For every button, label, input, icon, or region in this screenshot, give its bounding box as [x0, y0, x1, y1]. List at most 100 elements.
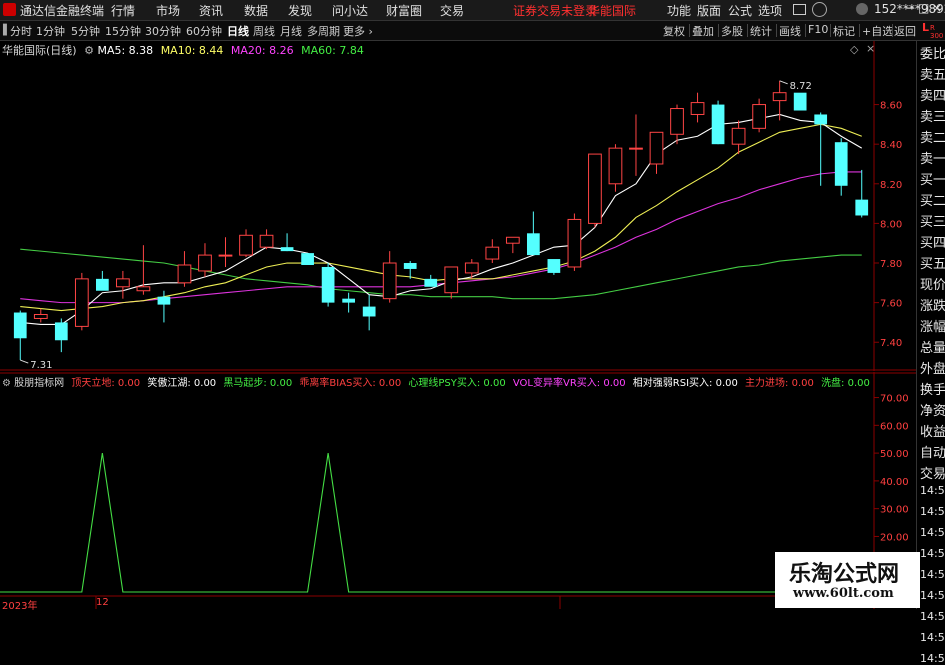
maximize-button[interactable]: □ — [918, 1, 929, 15]
tool-f10[interactable]: F10 — [808, 23, 828, 36]
menu-formula[interactable]: 公式 — [728, 2, 752, 19]
side-item-26[interactable]: 14:56 — [920, 589, 945, 602]
side-item-4[interactable]: 卖二 — [920, 127, 945, 146]
menu-data[interactable]: 数据 — [244, 2, 268, 19]
back-button[interactable]: 返回 — [894, 23, 916, 39]
period-15min[interactable]: 15分钟 — [105, 23, 141, 39]
period-weekly[interactable]: 周线 — [253, 23, 275, 39]
side-item-21[interactable]: 14:56 — [920, 484, 945, 497]
menu-layout[interactable]: 版面 — [697, 2, 721, 19]
close-button[interactable]: × — [932, 1, 942, 15]
settings-gear-icon[interactable]: ⚙ — [84, 44, 94, 57]
side-item-10[interactable]: 买五 — [920, 253, 945, 272]
date-axis-month: 12 — [96, 597, 109, 608]
menu-ask[interactable]: 问小达 — [332, 2, 368, 19]
menu-discover[interactable]: 发现 — [288, 2, 312, 19]
tool-mark[interactable]: 标记 — [833, 23, 855, 39]
price-tick-label: 8.60 — [880, 101, 902, 112]
ind-tick-label: 20.00 — [880, 532, 909, 543]
chart-close-icon[interactable]: × — [866, 42, 875, 55]
candle-body-up — [690, 102, 705, 115]
side-item-6[interactable]: 买一 — [920, 169, 945, 188]
menu-quotes[interactable]: 行情 — [111, 2, 135, 19]
side-item-3[interactable]: 卖三 — [920, 106, 945, 125]
candle-body-down — [13, 312, 27, 339]
candle-body-up — [136, 286, 151, 292]
main-chart-header: 华能国际(日线) ⚙ MA5: 8.38 MA10: 8.44 MA20: 8.… — [2, 42, 364, 58]
tool-adjust[interactable]: 复权 — [663, 23, 685, 39]
add-watchlist-button[interactable]: +自选 — [862, 23, 893, 39]
candle-body-up — [731, 127, 746, 145]
period-60min[interactable]: 60分钟 — [186, 23, 222, 39]
candle-body-down — [793, 92, 807, 111]
side-item-11[interactable]: 现价 — [920, 274, 945, 293]
menu-news[interactable]: 资讯 — [199, 2, 223, 19]
watermark-title: 乐淘公式网 — [789, 562, 900, 587]
side-item-13[interactable]: 涨幅 — [920, 316, 945, 335]
side-item-2[interactable]: 卖四 — [920, 85, 945, 104]
candle-body-down — [157, 296, 171, 305]
tool-overlay[interactable]: 叠加 — [692, 23, 714, 39]
chart-menu-icon[interactable]: ◇ — [850, 43, 858, 56]
tool-draw[interactable]: 画线 — [779, 23, 801, 39]
message-icon[interactable] — [793, 4, 806, 15]
side-item-28[interactable]: 14:56 — [920, 631, 945, 644]
candlestick-chart[interactable]: 8.60 8.40 8.20 8.00 7.80 7.60 7.40 8.72 7.31 — [0, 41, 916, 371]
period-5min[interactable]: 5分钟 — [71, 23, 100, 39]
user-avatar-icon-alt[interactable] — [856, 3, 868, 15]
ma20-label: MA20: 8.26 — [230, 44, 294, 57]
low-label: 7.31 — [30, 360, 52, 371]
side-item-17[interactable]: 净资 — [920, 400, 945, 419]
price-tick-label: 8.00 — [880, 219, 902, 230]
menu-wealth[interactable]: 财富圈 — [386, 2, 422, 19]
side-item-5[interactable]: 卖一 — [920, 148, 945, 167]
side-item-1[interactable]: 卖五 — [920, 64, 945, 83]
side-item-18[interactable]: 收益 — [920, 421, 945, 440]
menu-options[interactable]: 选项 — [758, 2, 782, 19]
high-marker — [779, 80, 788, 85]
side-item-9[interactable]: 买四 — [920, 232, 945, 251]
candle-body-up — [485, 246, 500, 260]
side-item-16[interactable]: 换手 — [920, 379, 945, 398]
badge-r: R 300 — [930, 24, 944, 40]
side-item-23[interactable]: 14:56 — [920, 526, 945, 539]
side-item-27[interactable]: 14:56 — [920, 610, 945, 623]
price-tick-label: 8.40 — [880, 140, 902, 151]
period-more[interactable]: 更多 › — [343, 23, 373, 39]
side-item-15[interactable]: 外盘 — [920, 358, 945, 377]
login-notice[interactable]: 证券交易未登录 — [513, 2, 597, 19]
candle-body-down — [855, 199, 869, 216]
app-title: 通达信金融终端 — [20, 4, 105, 18]
side-item-12[interactable]: 涨跌 — [920, 295, 945, 314]
candle-body-down — [403, 263, 417, 269]
side-item-22[interactable]: 14:56 — [920, 505, 945, 518]
side-item-24[interactable]: 14:56 — [920, 547, 945, 560]
minimize-button[interactable]: − — [905, 1, 915, 15]
quote-side-panel: 委比卖五卖四卖三卖二卖一买一买二买三买四买五现价涨跌涨幅总量外盘换手净资收益自动… — [916, 41, 945, 665]
user-avatar-icon[interactable] — [812, 2, 827, 17]
period-1min[interactable]: 1分钟 — [36, 23, 65, 39]
tool-stats[interactable]: 统计 — [750, 23, 772, 39]
period-toolbar: ▌ 分时 1分钟 5分钟 15分钟 30分钟 60分钟 日线 周线 月线 多周期… — [0, 21, 945, 41]
candle-body-up — [177, 264, 192, 284]
ma5-label: MA5: 8.38 — [97, 44, 154, 57]
side-item-29[interactable]: 14:56 — [920, 652, 945, 665]
period-intraday[interactable]: 分时 — [10, 23, 32, 39]
price-tick-label: 8.20 — [880, 180, 902, 191]
side-item-20[interactable]: 交易 — [920, 463, 945, 482]
side-item-14[interactable]: 总量 — [920, 337, 945, 356]
period-monthly[interactable]: 月线 — [280, 23, 302, 39]
period-daily[interactable]: 日线 — [227, 23, 249, 39]
side-item-7[interactable]: 买二 — [920, 190, 945, 209]
side-item-0[interactable]: 委比 — [920, 43, 945, 62]
period-multi[interactable]: 多周期 — [307, 23, 340, 39]
side-item-8[interactable]: 买三 — [920, 211, 945, 230]
candle-body-down — [814, 114, 828, 125]
period-30min[interactable]: 30分钟 — [145, 23, 181, 39]
menu-functions[interactable]: 功能 — [667, 2, 691, 19]
side-item-19[interactable]: 自动 — [920, 442, 945, 461]
menu-trade[interactable]: 交易 — [440, 2, 464, 19]
tool-multistock[interactable]: 多股 — [721, 23, 743, 39]
menu-market[interactable]: 市场 — [156, 2, 180, 19]
side-item-25[interactable]: 14:56 — [920, 568, 945, 581]
